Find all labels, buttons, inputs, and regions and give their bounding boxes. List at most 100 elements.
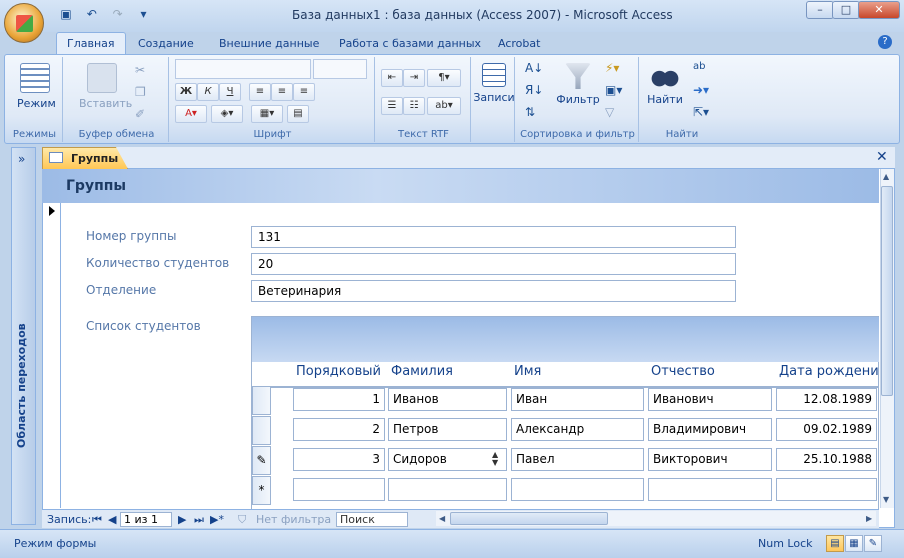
- student-count-field[interactable]: 20: [251, 253, 736, 275]
- sort-descending-icon[interactable]: Я↓: [525, 83, 543, 97]
- close-button[interactable]: ✕: [858, 1, 900, 19]
- font-name-select[interactable]: [175, 59, 311, 79]
- filter-button[interactable]: Фильтр: [555, 63, 601, 106]
- close-document-icon[interactable]: ✕: [876, 149, 888, 165]
- row-selector-editing[interactable]: ✎: [252, 446, 271, 475]
- toggle-filter-icon[interactable]: ▽: [605, 105, 614, 119]
- customize-qat-icon[interactable]: ▾: [135, 6, 151, 22]
- maximize-button[interactable]: □: [832, 1, 860, 19]
- table-cell-number[interactable]: 1: [293, 388, 385, 411]
- record-selector[interactable]: [45, 203, 61, 508]
- find-button[interactable]: Найти: [643, 63, 687, 106]
- align-right-button[interactable]: ≡: [293, 83, 315, 101]
- navigation-pane[interactable]: » Область переходов: [11, 147, 36, 525]
- font-size-select[interactable]: [313, 59, 367, 79]
- no-filter-icon[interactable]: ⛉: [238, 513, 246, 527]
- decrease-indent-button[interactable]: ⇤: [381, 69, 403, 87]
- expand-chevron-icon[interactable]: »: [18, 152, 25, 166]
- redo-icon[interactable]: ↷: [110, 6, 126, 22]
- bold-button[interactable]: Ж: [175, 83, 197, 101]
- last-record-icon[interactable]: ⏭: [194, 513, 204, 527]
- advanced-filter-icon[interactable]: ▣▾: [605, 83, 622, 97]
- help-icon[interactable]: ?: [878, 35, 892, 49]
- numbering-button[interactable]: ☰: [381, 97, 403, 115]
- table-cell-middlename[interactable]: Викторович: [648, 448, 772, 471]
- underline-button[interactable]: Ч: [219, 83, 241, 101]
- tab-acrobat[interactable]: Acrobat: [498, 37, 540, 50]
- layout-view-icon[interactable]: ▦: [845, 535, 863, 552]
- table-cell-dob[interactable]: 25.10.1988: [776, 448, 877, 471]
- group-number-field[interactable]: 131: [251, 226, 736, 248]
- new-row-cell[interactable]: [648, 478, 772, 501]
- new-record-icon[interactable]: ▶*: [210, 513, 224, 526]
- table-cell-firstname[interactable]: Александр: [511, 418, 644, 441]
- table-cell-dob[interactable]: 12.08.1989: [776, 388, 877, 411]
- form-view-icon[interactable]: ▤: [826, 535, 844, 552]
- clear-sort-icon[interactable]: ⇅: [525, 105, 535, 119]
- selection-filter-icon[interactable]: ⚡▾: [605, 61, 619, 75]
- tab-home[interactable]: Главная: [56, 32, 126, 55]
- table-cell-middlename[interactable]: Иванович: [648, 388, 772, 411]
- save-icon[interactable]: ▣: [58, 6, 74, 22]
- bullets-button[interactable]: ☷: [403, 97, 425, 115]
- row-selector[interactable]: [252, 386, 271, 415]
- search-input[interactable]: Поиск: [336, 512, 408, 527]
- table-cell-firstname[interactable]: Павел: [511, 448, 644, 471]
- undo-icon[interactable]: ↶: [84, 6, 100, 22]
- new-row-cell[interactable]: [388, 478, 507, 501]
- first-record-icon[interactable]: ⏮: [92, 513, 102, 527]
- records-button[interactable]: Записи: [473, 63, 515, 104]
- new-row-cell[interactable]: [776, 478, 877, 501]
- filter-status[interactable]: Нет фильтра: [256, 513, 331, 526]
- table-cell-lastname[interactable]: Сидоров: [388, 448, 507, 471]
- fill-color-button[interactable]: ◈▾: [211, 105, 243, 123]
- scroll-down-icon[interactable]: ▼: [883, 495, 889, 504]
- highlight-button[interactable]: ab▾: [427, 97, 461, 115]
- cut-icon[interactable]: ✂: [135, 63, 145, 77]
- next-record-icon[interactable]: ▶: [178, 513, 186, 526]
- new-row-selector[interactable]: *: [252, 476, 271, 505]
- alt-fill-button[interactable]: ▤: [287, 105, 309, 123]
- tab-database-tools[interactable]: Работа с базами данных: [339, 37, 481, 50]
- paste-button[interactable]: Вставить: [79, 63, 132, 110]
- spinner-icon[interactable]: ▲ ▼: [492, 451, 498, 467]
- italic-button[interactable]: К: [197, 83, 219, 101]
- table-cell-lastname[interactable]: Иванов: [388, 388, 507, 411]
- row-selector[interactable]: [252, 416, 271, 445]
- horizontal-scroll-thumb[interactable]: [450, 512, 608, 525]
- table-cell-number[interactable]: 2: [293, 418, 385, 441]
- tab-external-data[interactable]: Внешние данные: [219, 37, 319, 50]
- font-color-button[interactable]: A▾: [175, 105, 207, 123]
- paragraph-button[interactable]: ¶▾: [427, 69, 461, 87]
- format-painter-icon[interactable]: ✐: [135, 107, 145, 121]
- design-view-icon[interactable]: ✎: [864, 535, 882, 552]
- replace-icon[interactable]: ab: [693, 61, 705, 72]
- document-tab-groups[interactable]: Группы: [42, 147, 128, 169]
- office-button[interactable]: [4, 3, 44, 43]
- increase-indent-button[interactable]: ⇥: [403, 69, 425, 87]
- align-center-button[interactable]: ≡: [271, 83, 293, 101]
- sort-ascending-icon[interactable]: A↓: [525, 61, 543, 75]
- table-cell-number[interactable]: 3: [293, 448, 385, 471]
- goto-icon[interactable]: ➜▾: [693, 83, 709, 97]
- gridlines-button[interactable]: ▦▾: [251, 105, 283, 123]
- previous-record-icon[interactable]: ◀: [108, 513, 116, 526]
- table-cell-dob[interactable]: 09.02.1989: [776, 418, 877, 441]
- table-cell-lastname[interactable]: Петров: [388, 418, 507, 441]
- record-position-field[interactable]: 1 из 1: [120, 512, 172, 527]
- table-cell-middlename[interactable]: Владимирович: [648, 418, 772, 441]
- department-field[interactable]: Ветеринария: [251, 280, 736, 302]
- minimize-button[interactable]: –: [806, 1, 834, 19]
- scroll-left-icon[interactable]: ◀: [439, 514, 445, 523]
- table-cell-firstname[interactable]: Иван: [511, 388, 644, 411]
- copy-icon[interactable]: ❐: [135, 85, 146, 99]
- tab-create[interactable]: Создание: [138, 37, 194, 50]
- vertical-scroll-thumb[interactable]: [881, 186, 893, 396]
- select-icon[interactable]: ⇱▾: [693, 105, 709, 119]
- new-row-cell[interactable]: [293, 478, 385, 501]
- scroll-up-icon[interactable]: ▲: [883, 172, 889, 181]
- align-left-button[interactable]: ≡: [249, 83, 271, 101]
- view-button[interactable]: Режим: [17, 63, 56, 110]
- scroll-right-icon[interactable]: ▶: [866, 514, 872, 523]
- new-row-cell[interactable]: [511, 478, 644, 501]
